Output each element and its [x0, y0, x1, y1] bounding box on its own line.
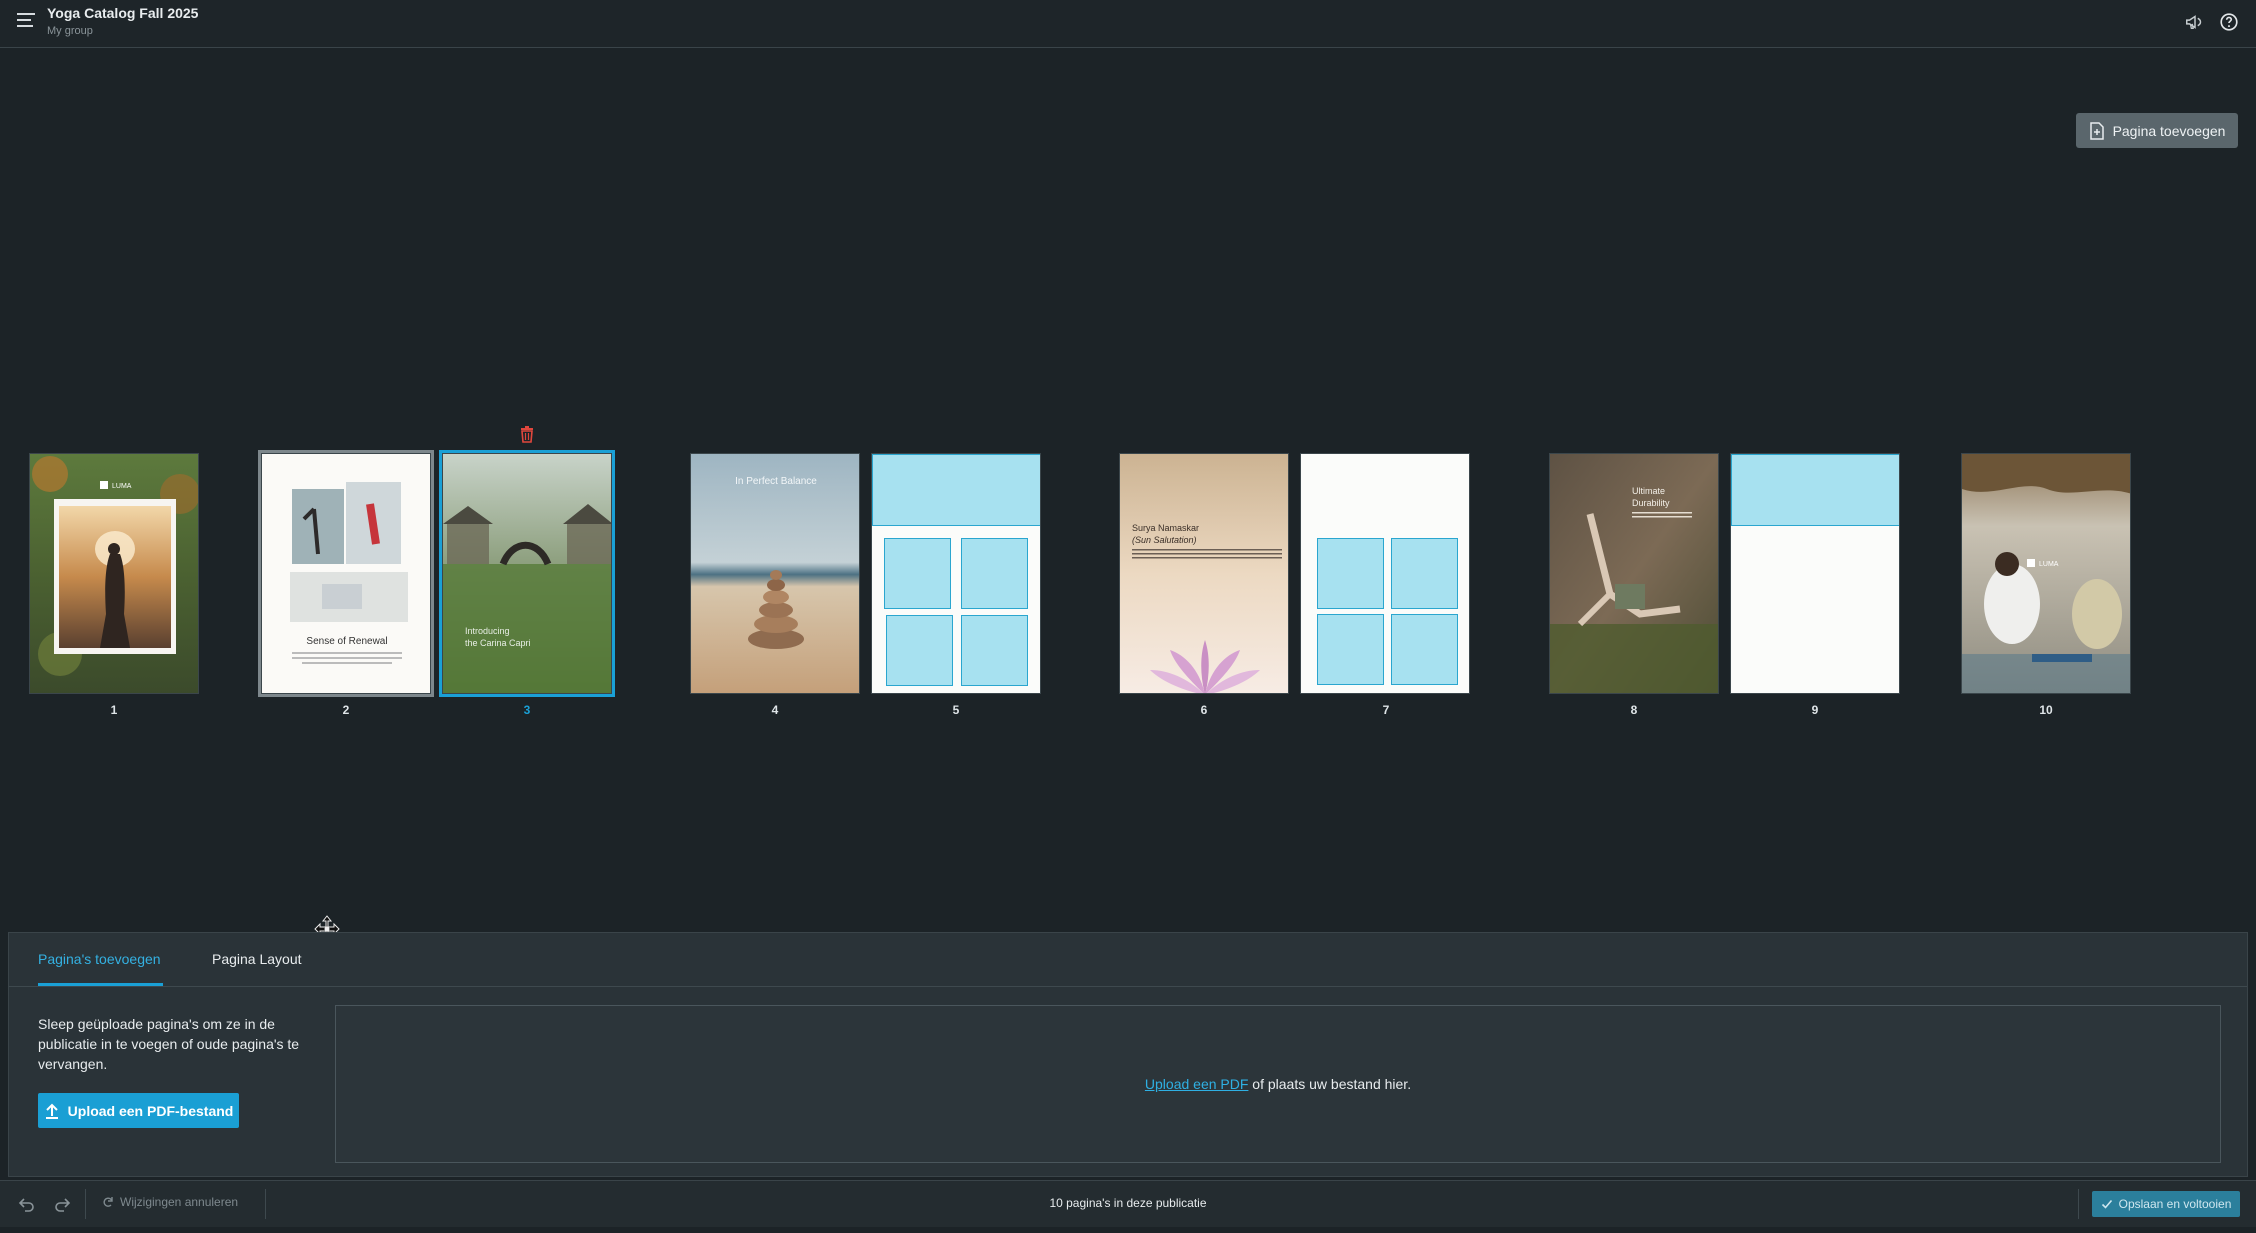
dropzone-text: of plaats uw bestand hier. — [1248, 1076, 1412, 1092]
publication-title: Yoga Catalog Fall 2025 — [47, 5, 199, 21]
image-placeholder — [1317, 538, 1384, 609]
page-3-headline-1: Introducing — [465, 626, 510, 636]
image-placeholder — [1391, 614, 1458, 685]
add-pages-panel: Pagina's toevoegen Pagina Layout Sleep g… — [8, 932, 2248, 1177]
panel-tabs: Pagina's toevoegen Pagina Layout — [9, 933, 2247, 987]
page-10-image: LUMA — [1962, 454, 2130, 693]
page-number-1: 1 — [110, 703, 118, 717]
page-10-brand: LUMA — [2039, 561, 2059, 568]
page-number-6: 6 — [1200, 703, 1208, 717]
page-3-image: Introducing the Carina Capri — [443, 454, 611, 693]
page-thumbnail-1[interactable]: LUMA — [29, 453, 199, 694]
check-icon — [2101, 1199, 2112, 1209]
page-thumbnail-3[interactable]: Introducing the Carina Capri — [439, 450, 615, 697]
page-8-image: Ultimate Durability — [1550, 454, 1718, 693]
image-placeholder — [1391, 538, 1458, 609]
page-number-2: 2 — [342, 703, 350, 717]
page-thumbnail-9[interactable] — [1730, 453, 1900, 694]
page-1-image: LUMA — [30, 454, 198, 693]
image-placeholder — [961, 538, 1028, 609]
add-document-icon — [2089, 121, 2104, 140]
add-page-label: Pagina toevoegen — [2112, 122, 2226, 139]
page-8-headline-2: Durability — [1632, 498, 1670, 508]
page-thumbnail-10[interactable]: LUMA — [1961, 453, 2131, 694]
divider — [2078, 1189, 2079, 1219]
upload-pdf-label: Upload een PDF-bestand — [67, 1102, 234, 1119]
image-placeholder — [1731, 454, 1899, 526]
page-8-headline-1: Ultimate — [1632, 486, 1665, 496]
image-placeholder — [872, 454, 1040, 526]
page-canvas[interactable]: Pagina toevoegen LUMA 1 Sense of Renewal… — [0, 48, 2256, 943]
page-count: 10 pagina's in deze publicatie — [1049, 1196, 1207, 1210]
page-2-headline: Sense of Renewal — [306, 636, 387, 647]
help-icon[interactable] — [2218, 11, 2240, 33]
app-header: Yoga Catalog Fall 2025 My group — [0, 0, 2256, 48]
page-number-7: 7 — [1382, 703, 1390, 717]
pdf-dropzone[interactable]: Upload een PDF of plaats uw bestand hier… — [335, 1005, 2221, 1163]
page-thumbnail-5[interactable] — [871, 453, 1041, 694]
page-6-subheadline: (Sun Salutation) — [1132, 535, 1197, 545]
page-thumbnail-8[interactable]: Ultimate Durability — [1549, 453, 1719, 694]
page-6-image: Surya Namaskar (Sun Salutation) — [1120, 454, 1288, 693]
announcement-icon[interactable] — [2184, 11, 2206, 33]
active-tab-indicator — [38, 983, 163, 986]
image-placeholder — [884, 538, 951, 609]
image-placeholder — [886, 615, 953, 686]
add-page-button[interactable]: Pagina toevoegen — [2076, 113, 2238, 148]
dropzone-upload-link[interactable]: Upload een PDF — [1145, 1076, 1249, 1092]
page-number-3: 3 — [523, 703, 531, 717]
menu-icon[interactable] — [17, 13, 35, 29]
upload-help-text: Sleep geüploade pagina's om ze in de pub… — [38, 1016, 300, 1072]
group-name: My group — [47, 25, 93, 37]
tab-page-layout[interactable]: Pagina Layout — [212, 951, 302, 967]
page-number-8: 8 — [1630, 703, 1638, 717]
page-thumbnail-2[interactable]: Sense of Renewal — [258, 450, 434, 697]
page-1-brand: LUMA — [112, 483, 132, 490]
page-3-headline-2: the Carina Capri — [465, 638, 531, 648]
page-thumbnail-7[interactable] — [1300, 453, 1470, 694]
page-number-5: 5 — [952, 703, 960, 717]
save-and-finish-label: Opslaan en voltooien — [2118, 1197, 2232, 1211]
tab-add-pages[interactable]: Pagina's toevoegen — [38, 951, 161, 967]
page-thumbnail-4[interactable]: In Perfect Balance — [690, 453, 860, 694]
save-and-finish-button[interactable]: Opslaan en voltooien — [2092, 1191, 2240, 1217]
page-6-headline: Surya Namaskar — [1132, 523, 1199, 533]
image-placeholder — [961, 615, 1028, 686]
page-number-9: 9 — [1811, 703, 1819, 717]
image-placeholder — [1317, 614, 1384, 685]
page-4-headline: In Perfect Balance — [735, 476, 817, 487]
trash-icon[interactable] — [519, 425, 535, 443]
page-number-10: 10 — [2039, 703, 2053, 717]
upload-pdf-button[interactable]: Upload een PDF-bestand — [38, 1093, 239, 1128]
page-thumbnail-6[interactable]: Surya Namaskar (Sun Salutation) — [1119, 453, 1289, 694]
page-4-image: In Perfect Balance — [691, 454, 859, 693]
status-bar: Wijzigingen annuleren 10 pagina's in dez… — [0, 1180, 2256, 1227]
upload-icon — [45, 1103, 58, 1119]
page-2-image: Sense of Renewal — [262, 454, 430, 693]
page-number-4: 4 — [771, 703, 779, 717]
